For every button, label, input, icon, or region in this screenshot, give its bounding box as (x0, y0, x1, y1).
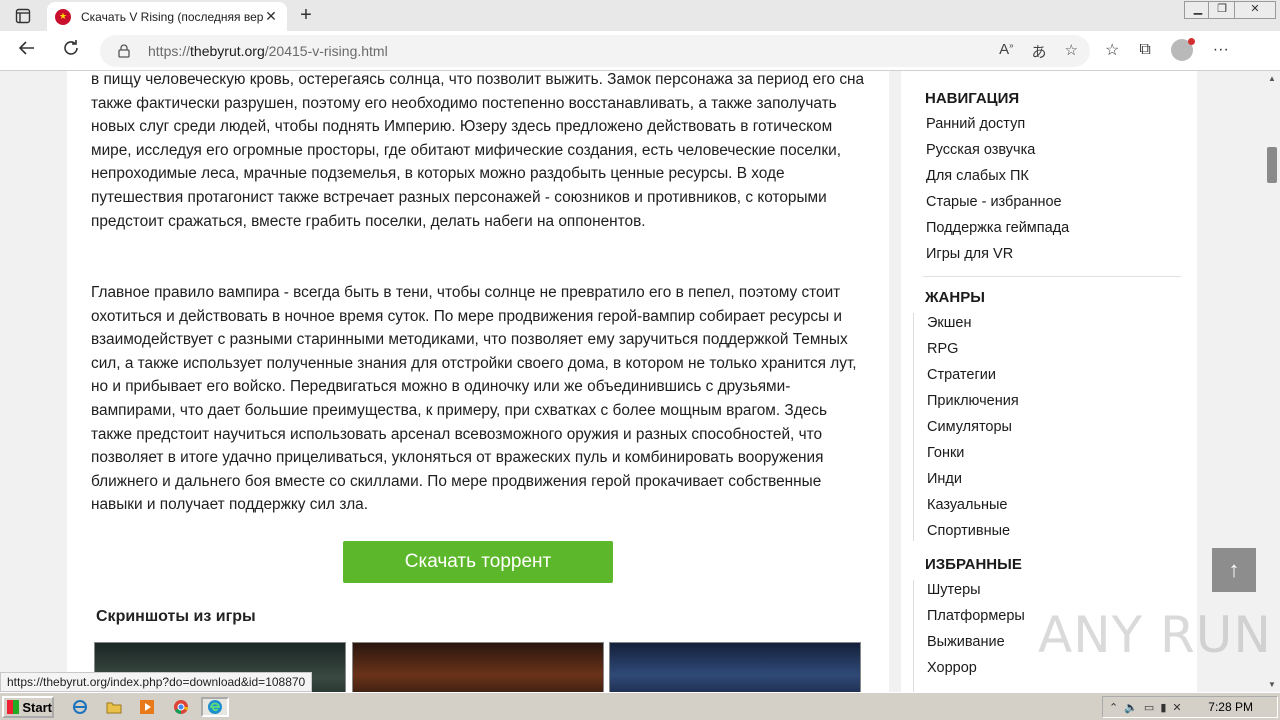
clock[interactable]: 7:28 PM (1208, 700, 1253, 714)
tab-bar: ★ Скачать V Rising (последняя вер ✕ + ▁ … (0, 0, 1280, 31)
add-favorite-icon[interactable]: ☆ (1065, 41, 1078, 62)
maximize-button[interactable]: ❐ (1208, 1, 1236, 19)
security-icon[interactable]: ✕ (1172, 701, 1181, 714)
navigation-heading: НАВИГАЦИЯ (925, 90, 1020, 107)
genre-link[interactable]: RPG (927, 341, 958, 357)
chrome-icon[interactable] (170, 697, 192, 717)
favorite-link[interactable]: Выживание (927, 634, 1005, 650)
folder-icon[interactable] (103, 697, 125, 717)
sidebar-link[interactable]: Старые - избранное (926, 194, 1062, 210)
favorites-list-line (913, 580, 914, 692)
more-menu-icon[interactable]: ··· (1213, 41, 1229, 59)
edge-icon[interactable] (201, 697, 229, 717)
sidebar-link[interactable]: Ранний доступ (926, 116, 1025, 132)
url-host: thebyrut.org (190, 43, 265, 59)
tab-actions-icon[interactable] (8, 5, 38, 27)
collections-icon[interactable]: ⧉ (1139, 41, 1150, 59)
scrollbar-thumb[interactable] (1267, 147, 1277, 183)
genre-list-line (913, 313, 914, 541)
download-torrent-button[interactable]: Скачать торрент (343, 541, 613, 583)
scroll-down-icon[interactable]: ▼ (1266, 680, 1278, 689)
genre-link[interactable]: Казуальные (927, 497, 1008, 513)
favorite-link[interactable]: Шутеры (927, 582, 981, 598)
divider (923, 276, 1181, 277)
system-tray: ⌃ 🔈 ▭ ▮ ✕ 7:28 PM (1102, 696, 1278, 718)
url-path: /20415-v-rising.html (264, 43, 388, 59)
genres-heading: ЖАНРЫ (925, 289, 985, 306)
address-bar-row: https://thebyrut.org/20415-v-rising.html… (0, 31, 1280, 71)
address-tools: A» あ ☆ (999, 41, 1078, 62)
read-aloud-icon[interactable]: A» (999, 41, 1013, 62)
browser-toolbar: ☆ ⧉ ··· (1105, 38, 1229, 61)
lock-icon[interactable] (118, 44, 132, 58)
scroll-up-icon[interactable]: ▲ (1266, 74, 1278, 83)
url-field[interactable]: https://thebyrut.org/20415-v-rising.html… (100, 35, 1090, 67)
sidebar-link[interactable]: Игры для VR (926, 246, 1013, 262)
favorites-heading: ИЗБРАННЫЕ (925, 556, 1022, 573)
network-icon[interactable]: ▭ (1144, 701, 1154, 714)
genre-link[interactable]: Приключения (927, 393, 1019, 409)
taskbar: Start ⌃ 🔈 ▭ ▮ ✕ 7:28 PM (0, 692, 1280, 720)
start-button[interactable]: Start (2, 696, 54, 718)
sidebar: НАВИГАЦИЯ Ранний доступ Русская озвучка … (901, 71, 1197, 692)
profile-avatar[interactable] (1170, 38, 1195, 61)
tab-close-icon[interactable]: ✕ (263, 8, 279, 25)
genre-link[interactable]: Симуляторы (927, 419, 1012, 435)
windows-logo-icon (7, 700, 20, 714)
screenshot-thumbnail[interactable] (352, 642, 604, 692)
back-to-top-button[interactable]: ↑ (1212, 548, 1256, 592)
media-player-icon[interactable] (136, 697, 158, 717)
sidebar-link[interactable]: Для слабых ПК (926, 168, 1029, 184)
screenshot-thumbnail[interactable] (609, 642, 861, 692)
sidebar-link[interactable]: Поддержка геймпада (926, 220, 1069, 236)
url-protocol: https:// (148, 43, 191, 59)
sidebar-link[interactable]: Русская озвучка (926, 142, 1035, 158)
genre-link[interactable]: Спортивные (927, 523, 1010, 539)
link-status-bar: https://thebyrut.org/index.php?do=downlo… (0, 672, 313, 692)
browser-tab[interactable]: ★ Скачать V Rising (последняя вер ✕ (47, 2, 287, 31)
genre-link[interactable]: Стратегии (927, 367, 996, 383)
genre-link[interactable]: Гонки (927, 445, 964, 461)
screenshots-heading: Скриншоты из игры (96, 608, 256, 625)
page-viewport: в пищу человеческую кровь, остерегаясь с… (0, 71, 1264, 692)
close-window-button[interactable]: ✕ (1234, 1, 1276, 19)
volume-icon[interactable]: 🔈 (1124, 701, 1138, 714)
ie-icon[interactable] (69, 697, 91, 717)
article-paragraph: в пищу человеческую кровь, остерегаясь с… (91, 71, 865, 230)
site-favicon-icon: ★ (55, 8, 71, 25)
favorite-link[interactable]: Платформеры (927, 608, 1025, 624)
refresh-icon[interactable] (58, 39, 84, 63)
article-paragraph: Главное правило вампира - всегда быть в … (91, 284, 857, 514)
favorite-link[interactable]: Хоррор (927, 660, 977, 676)
new-tab-button[interactable]: + (295, 5, 317, 27)
genre-link[interactable]: Инди (927, 471, 962, 487)
tab-title: Скачать V Rising (последняя вер (81, 9, 263, 24)
translate-icon[interactable]: あ (1032, 41, 1047, 62)
favorites-icon[interactable]: ☆ (1105, 40, 1119, 60)
genre-link[interactable]: Экшен (927, 315, 971, 331)
usb-icon[interactable]: ▮ (1160, 701, 1166, 714)
start-label: Start (22, 699, 52, 715)
anyrun-watermark: ANY RUN (1038, 606, 1272, 664)
back-arrow-icon[interactable] (14, 39, 40, 63)
article-body: в пищу человеческую кровь, остерегаясь с… (67, 71, 889, 692)
tray-expand-icon[interactable]: ⌃ (1109, 701, 1118, 714)
